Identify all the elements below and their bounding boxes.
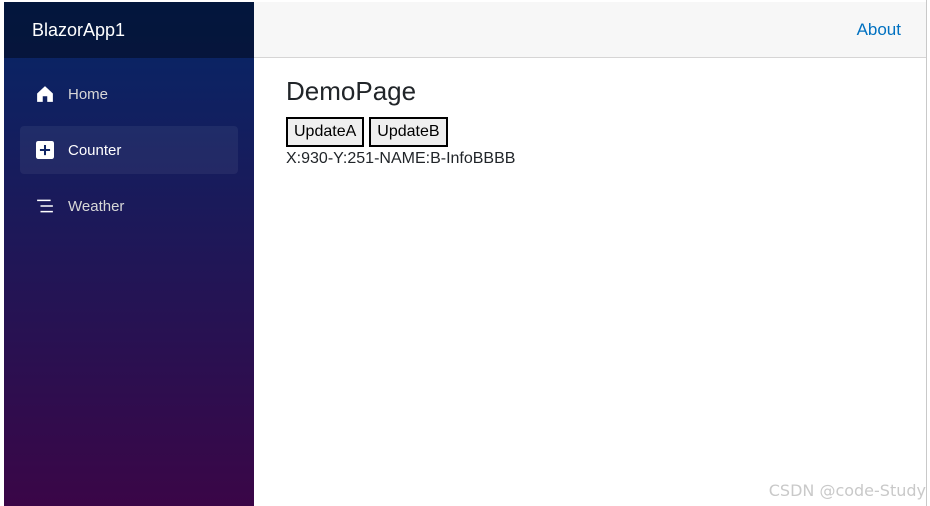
sidebar-item-home[interactable]: Home: [20, 70, 238, 118]
page-title: DemoPage: [286, 76, 417, 106]
watermark: CSDN @code-Study: [768, 481, 926, 500]
update-a-button[interactable]: UpdateA: [286, 117, 365, 147]
sidebar-item-label: Counter: [68, 141, 122, 159]
main-area: About DemoPage UpdateA UpdateB X:930-Y:2…: [254, 2, 926, 506]
plus-square-icon: [35, 140, 55, 160]
sidebar: BlazorApp1 Home Counter Weather: [4, 2, 254, 506]
brand-title[interactable]: BlazorApp1: [32, 20, 125, 41]
list-icon: [35, 196, 55, 216]
home-icon: [35, 84, 55, 104]
nav-menu: Home Counter Weather: [4, 58, 254, 230]
sidebar-item-weather[interactable]: Weather: [20, 182, 238, 230]
info-text: X:930-Y:251-NAME:B-InfoBBBB: [286, 150, 516, 167]
page-content: DemoPage UpdateA UpdateB X:930-Y:251-NAM…: [254, 58, 926, 186]
window-border: [926, 0, 927, 506]
sidebar-item-counter[interactable]: Counter: [20, 126, 238, 174]
button-row: UpdateA UpdateB: [286, 117, 894, 147]
top-row: About: [254, 2, 926, 58]
sidebar-item-label: Weather: [68, 197, 125, 215]
app-window: BlazorApp1 Home Counter Weather About De…: [4, 2, 926, 506]
sidebar-item-label: Home: [68, 85, 109, 103]
about-link[interactable]: About: [857, 20, 901, 40]
update-b-button[interactable]: UpdateB: [369, 117, 448, 147]
brand-bar: BlazorApp1: [4, 2, 254, 58]
